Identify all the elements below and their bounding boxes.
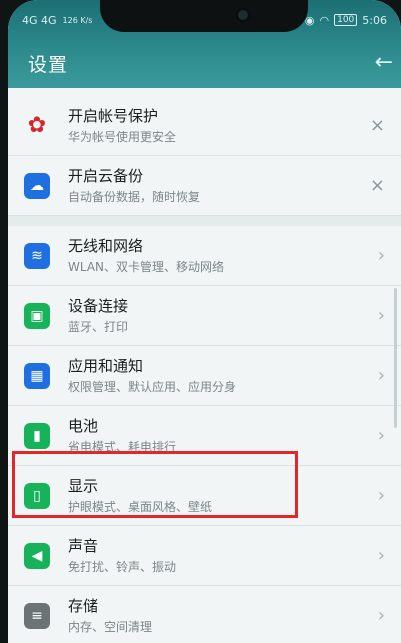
settings-item[interactable]: ≡ 存储内存、空间清理 › xyxy=(8,586,401,643)
battery-icon: ▮ xyxy=(24,422,50,449)
item-subtitle: 华为帐号使用更安全 xyxy=(68,130,177,144)
chevron-right-icon: › xyxy=(377,365,385,386)
item-title: 开启云备份 xyxy=(68,167,144,185)
battery-status: 100 xyxy=(334,14,358,26)
item-subtitle: 免打扰、铃声、振动 xyxy=(68,560,177,574)
chevron-right-icon: › xyxy=(377,425,385,446)
phone-screen: 4G 4G 126 K/s ◉ ◠ 100 5:06 设置 ← ✿ 开启帐号保护华… xyxy=(8,0,401,643)
settings-item[interactable]: ▮ 电池省电模式、耗电排行 › xyxy=(8,406,401,466)
item-title: 声音 xyxy=(68,537,99,555)
item-title: 开启帐号保护 xyxy=(68,107,159,125)
chevron-right-icon: › xyxy=(377,485,385,506)
display-icon: ▯ xyxy=(24,482,50,509)
chevron-right-icon: › xyxy=(377,545,385,566)
item-subtitle: WLAN、双卡管理、移动网络 xyxy=(68,260,225,274)
page-title: 设置 xyxy=(28,54,69,76)
item-subtitle: 权限管理、默认应用、应用分身 xyxy=(68,380,237,394)
settings-item[interactable]: ▯ 显示护眼模式、桌面风格、壁纸 › xyxy=(8,466,401,526)
front-camera-icon xyxy=(235,7,251,23)
settings-list: ✿ 开启帐号保护华为帐号使用更安全 × ☁ 开启云备份自动备份数据，随时恢复 × ≋ 无线和网… xyxy=(8,88,401,643)
chevron-right-icon: › xyxy=(377,305,385,326)
chevron-right-icon: › xyxy=(377,605,385,626)
network-speed: 126 K/s xyxy=(62,15,93,25)
cloud-icon: ☁ xyxy=(24,172,50,199)
settings-item[interactable]: ▣ 设备连接蓝牙、打印 › xyxy=(8,286,401,346)
item-title: 显示 xyxy=(68,477,99,495)
item-subtitle: 自动备份数据，随时恢复 xyxy=(68,190,201,204)
section-divider xyxy=(8,216,401,226)
item-title: 设备连接 xyxy=(68,297,129,315)
item-title: 电池 xyxy=(68,417,99,435)
signal-text: 4G 4G xyxy=(22,13,57,27)
settings-item[interactable]: ▦ 应用和通知权限管理、默认应用、应用分身 › xyxy=(8,346,401,406)
chevron-right-icon: › xyxy=(377,245,385,266)
wifi-status-icon: ◠ xyxy=(319,13,330,27)
settings-item[interactable]: ✿ 开启帐号保护华为帐号使用更安全 × xyxy=(8,96,401,156)
device-link-icon: ▣ xyxy=(24,302,50,329)
settings-item[interactable]: ◀ 声音免打扰、铃声、振动 › xyxy=(8,526,401,586)
wifi-icon: ≋ xyxy=(24,242,50,269)
item-title: 应用和通知 xyxy=(68,357,144,375)
item-subtitle: 省电模式、耗电排行 xyxy=(68,440,177,454)
settings-item[interactable]: ≋ 无线和网络 WLAN、双卡管理、移动网络 › xyxy=(8,226,401,286)
apps-grid-icon: ▦ xyxy=(24,362,50,389)
scrollbar[interactable] xyxy=(394,288,397,428)
close-icon[interactable]: × xyxy=(370,115,385,136)
huawei-logo-icon: ✿ xyxy=(27,113,47,138)
clock-time: 5:06 xyxy=(362,13,387,27)
item-subtitle: 护眼模式、桌面风格、壁纸 xyxy=(68,500,213,514)
app-header: 4G 4G 126 K/s ◉ ◠ 100 5:06 设置 ← xyxy=(8,0,401,88)
settings-item[interactable]: ☁ 开启云备份自动备份数据，随时恢复 × xyxy=(8,156,401,216)
arrow-left-icon[interactable]: ← xyxy=(375,50,393,75)
display-notch xyxy=(100,0,308,32)
sound-icon: ◀ xyxy=(24,542,50,569)
item-title: 无线和网络 xyxy=(68,237,144,255)
item-subtitle: 蓝牙、打印 xyxy=(68,320,129,334)
item-subtitle: 内存、空间清理 xyxy=(68,620,153,634)
storage-icon: ≡ xyxy=(24,602,50,629)
close-icon[interactable]: × xyxy=(370,175,385,196)
item-title: 存储 xyxy=(68,597,99,615)
